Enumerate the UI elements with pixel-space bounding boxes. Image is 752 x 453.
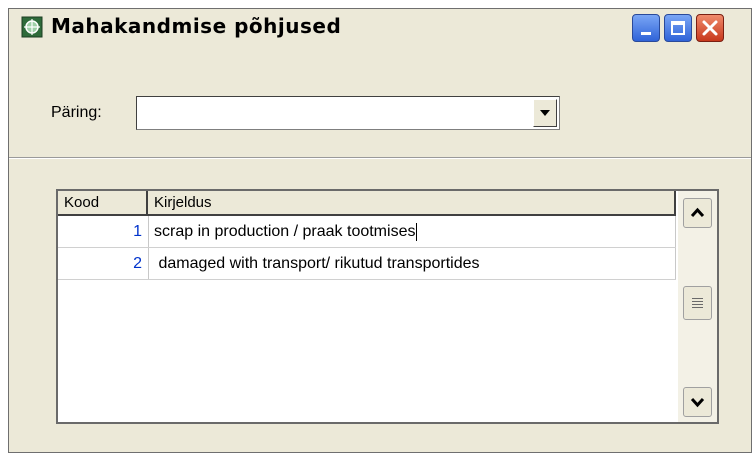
app-window-icon	[21, 16, 43, 38]
window-title: Mahakandmise põhjused	[51, 14, 342, 38]
query-dropdown-button[interactable]	[533, 99, 557, 127]
column-header-code[interactable]: Kood	[58, 191, 148, 214]
cell-code[interactable]: 1	[58, 216, 149, 247]
vertical-scrollbar[interactable]	[678, 191, 717, 422]
grid-header: Kood Kirjeldus	[58, 191, 676, 216]
scroll-down-button[interactable]	[683, 387, 712, 417]
dialog-window: Mahakandmise põhjused Päring: Kood Kirje…	[8, 8, 752, 453]
reasons-grid[interactable]: Kood Kirjeldus 1 scrap in production / p…	[56, 189, 719, 424]
scroll-up-button[interactable]	[683, 198, 712, 228]
maximize-icon	[671, 21, 685, 35]
cell-description-editing[interactable]: scrap in production / praak tootmises	[149, 216, 676, 247]
chevron-down-icon	[540, 110, 550, 116]
text-cursor	[416, 222, 418, 241]
scroll-thumb[interactable]	[683, 286, 712, 320]
minimize-button[interactable]	[632, 14, 660, 42]
query-label: Päring:	[51, 104, 102, 121]
table-row[interactable]: 1 scrap in production / praak tootmises	[58, 216, 676, 248]
table-row[interactable]: 2 damaged with transport/ rikutud transp…	[58, 248, 676, 280]
title-bar[interactable]: Mahakandmise põhjused	[9, 9, 751, 45]
column-header-description[interactable]: Kirjeldus	[148, 191, 676, 214]
separator-highlight	[9, 158, 751, 159]
cell-code[interactable]: 2	[58, 248, 149, 279]
minimize-icon	[641, 32, 651, 35]
maximize-button[interactable]	[664, 14, 692, 42]
cell-description[interactable]: damaged with transport/ rikutud transpor…	[149, 248, 676, 279]
close-icon	[702, 20, 718, 36]
close-button[interactable]	[696, 14, 724, 42]
query-dropdown[interactable]	[136, 96, 560, 130]
cell-description-text: scrap in production / praak tootmises	[154, 223, 416, 240]
chevron-up-icon	[690, 207, 705, 218]
chevron-down-icon	[690, 397, 705, 408]
